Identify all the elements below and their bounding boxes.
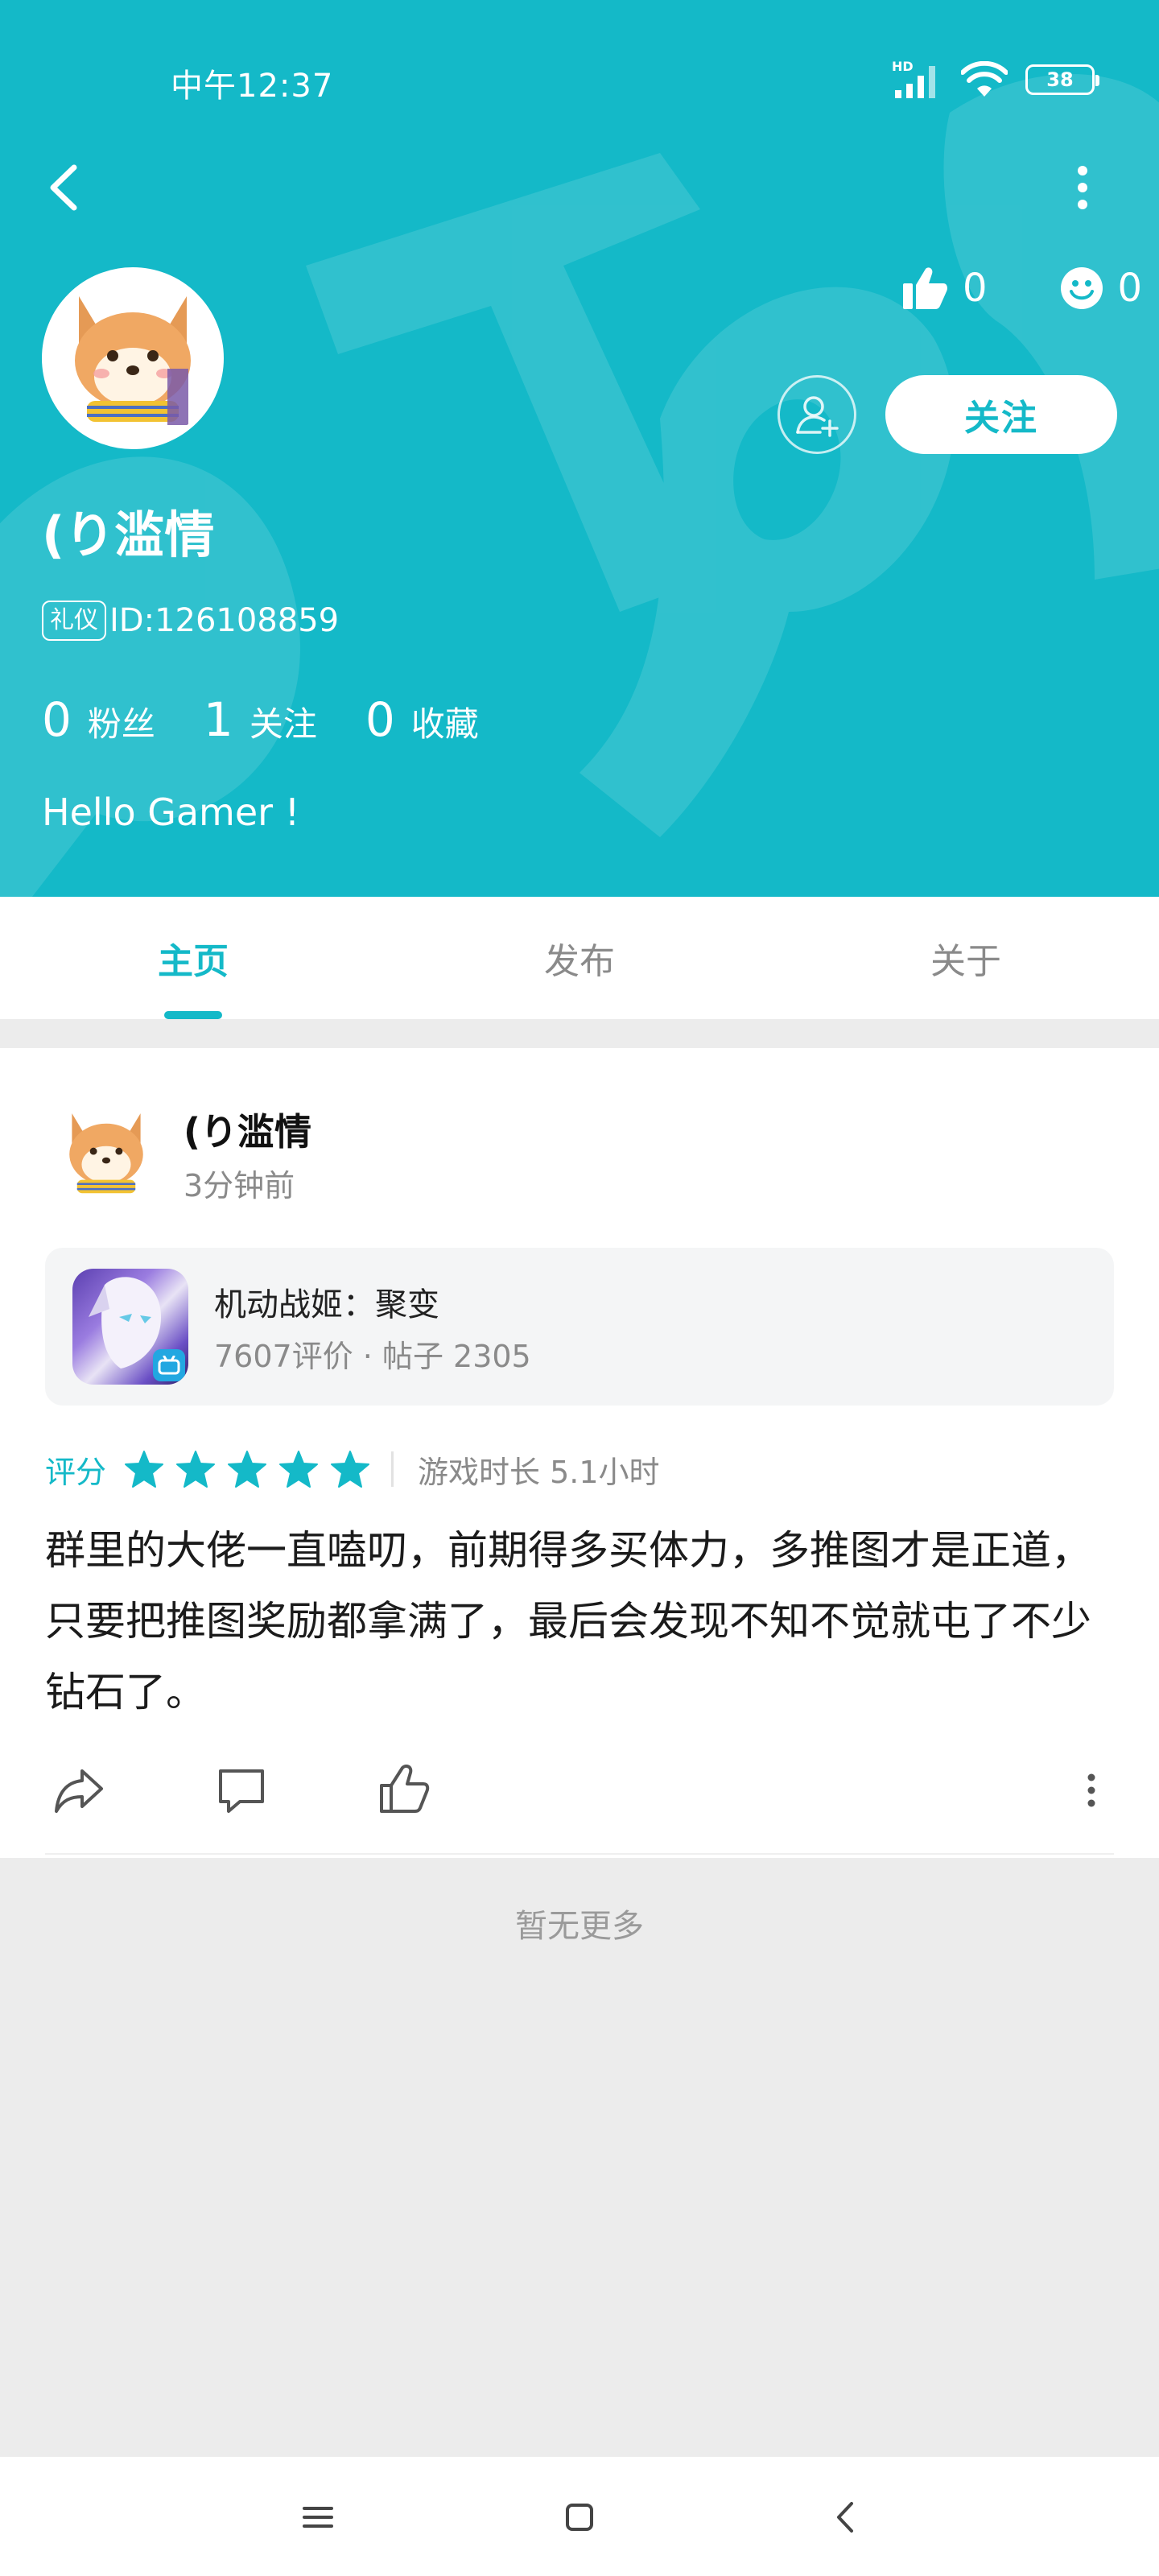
- status-icons: HD 38: [892, 60, 1099, 100]
- profile-tabs: 主页 发布 关于: [0, 897, 1159, 1019]
- fans-count-label: 粉丝: [87, 704, 155, 744]
- smile-icon: [1060, 267, 1103, 309]
- star-icon: [279, 1451, 319, 1488]
- star-icon: [228, 1451, 267, 1488]
- shiba-avatar-image: [47, 272, 219, 444]
- profile-username: (り滥情: [42, 506, 215, 564]
- fans-count[interactable]: 0 粉丝: [42, 692, 155, 747]
- game-link-card[interactable]: 机动战姬：聚变 7607评价 · 帖子 2305: [45, 1248, 1114, 1406]
- game-title: 机动战姬：聚变: [214, 1286, 439, 1323]
- tv-icon: [158, 1356, 180, 1375]
- star-icon: [125, 1451, 164, 1488]
- like-stats: 0 0: [901, 266, 1142, 311]
- more-vertical-icon[interactable]: [1075, 1761, 1107, 1819]
- following-count[interactable]: 1 关注: [204, 692, 317, 747]
- battery-level: 38: [1046, 68, 1074, 91]
- star-icon: [176, 1451, 216, 1488]
- bilibili-icon: [153, 1349, 185, 1381]
- following-count-value: 1: [203, 692, 233, 747]
- user-id: ID:126108859: [109, 602, 340, 639]
- smiles-count: 0: [1117, 266, 1143, 311]
- follow-counts: 0 粉丝 1 关注 0 收藏: [42, 692, 527, 747]
- home-icon[interactable]: [551, 2489, 608, 2545]
- rating-label: 评分: [45, 1454, 107, 1490]
- no-more-text: 暂无更多: [515, 1908, 644, 1945]
- thumbs-up-icon: [903, 267, 947, 309]
- game-icon: [72, 1269, 188, 1385]
- profile-header: 中午12:37 HD 38 0 0 关注 (り滥情 礼仪 ID:12610885…: [0, 0, 1159, 897]
- signal-icon: HD: [892, 60, 935, 98]
- star-rating: [124, 1450, 370, 1488]
- playtime: 游戏时长 5.1小时: [418, 1454, 660, 1490]
- shiba-avatar-image: [52, 1098, 161, 1208]
- post-timestamp: 3分钟前: [184, 1168, 295, 1203]
- star-icon: [331, 1451, 370, 1488]
- game-meta: 7607评价 · 帖子 2305: [214, 1339, 531, 1374]
- rating-row: 评分 游戏时长 5.1小时: [45, 1441, 660, 1497]
- follow-button[interactable]: 关注: [885, 375, 1117, 454]
- status-bar: 中午12:37 HD 38: [0, 0, 1159, 161]
- back-icon[interactable]: [818, 2489, 874, 2545]
- add-user-icon: [796, 396, 839, 437]
- status-time: 中午12:37: [171, 68, 334, 105]
- add-friend-button[interactable]: [777, 375, 856, 454]
- comment-icon[interactable]: [212, 1761, 270, 1819]
- system-navigation-bar: [0, 2455, 1159, 2576]
- etiquette-badge[interactable]: 礼仪: [42, 601, 106, 641]
- review-text[interactable]: 群里的大佬一直嗑叨，前期得多买体力，多推图才是正道，只要把推图奖励都拿满了，最后…: [45, 1515, 1124, 1728]
- battery-icon: 38: [1025, 64, 1099, 95]
- avatar[interactable]: [42, 267, 224, 449]
- thumbs-up-icon[interactable]: [375, 1761, 433, 1819]
- svg-text:HD: HD: [892, 60, 914, 74]
- post-author-name[interactable]: (り滥情: [184, 1103, 311, 1156]
- favorites-count-value: 0: [365, 692, 395, 747]
- following-count-label: 关注: [249, 704, 317, 744]
- section-gap: [0, 1019, 1159, 1048]
- menu-icon[interactable]: [290, 2489, 346, 2545]
- tab-posts[interactable]: 发布: [386, 897, 773, 1019]
- id-row: 礼仪 ID:126108859: [42, 601, 339, 641]
- smiles-stat[interactable]: 0: [1060, 266, 1143, 311]
- likes-stat[interactable]: 0: [901, 266, 988, 311]
- likes-count: 0: [963, 266, 988, 311]
- favorites-count-label: 收藏: [410, 704, 479, 744]
- more-vertical-icon[interactable]: [1062, 159, 1103, 216]
- review-card: (り滥情 3分钟前 机动战姬：聚变 7607评价 · 帖子 2305 评分 游戏…: [0, 1048, 1159, 1858]
- favorites-count[interactable]: 0 收藏: [365, 692, 479, 747]
- share-icon[interactable]: [50, 1761, 108, 1819]
- divider: [391, 1451, 394, 1487]
- post-actions: [0, 1753, 1159, 1826]
- fans-count-value: 0: [42, 692, 72, 747]
- back-arrow-icon[interactable]: [40, 159, 89, 216]
- profile-bio: Hello Gamer !: [42, 791, 300, 834]
- wifi-icon: [961, 61, 1008, 97]
- tab-about[interactable]: 关于: [773, 897, 1159, 1019]
- card-divider: [45, 1853, 1114, 1855]
- tab-home[interactable]: 主页: [0, 897, 386, 1019]
- post-author-avatar[interactable]: [52, 1098, 161, 1208]
